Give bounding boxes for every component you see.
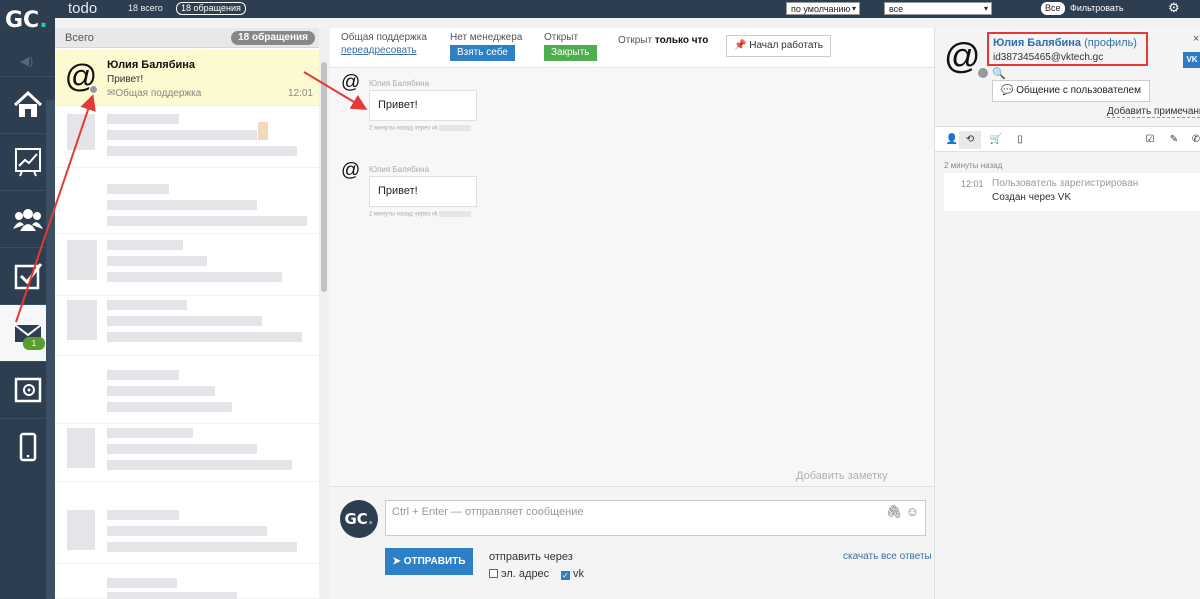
message-bubble: Привет! <box>369 176 477 207</box>
user-panel: @ 🔍 Юлия Балябина (профиль) id387345465@… <box>934 28 1200 599</box>
checkbox-icon <box>14 263 42 290</box>
list-item[interactable] <box>55 422 319 482</box>
chat-panel: Общая поддержка переадресовать Нет менед… <box>330 28 934 599</box>
message-bubble: Привет! <box>369 90 477 121</box>
event-detail: Создан через VK <box>992 192 1072 203</box>
chevron-down-icon: ▾ <box>983 4 988 13</box>
email-checkbox[interactable] <box>489 569 498 578</box>
paperclip-icon[interactable]: 🖇 <box>886 504 903 519</box>
user-name-highlight: Юлия Балябина (профиль) id387345465@vkte… <box>987 32 1148 66</box>
list-item[interactable] <box>55 236 319 296</box>
send-via-email-option[interactable]: эл. адрес <box>489 568 549 580</box>
sort-select[interactable]: по умолчанию ▾ <box>786 2 860 15</box>
close-icon[interactable]: × <box>1193 33 1199 45</box>
message-input[interactable]: Ctrl + Enter — отправляет сообщение 🖇 ☺ <box>385 500 926 536</box>
user-tabs: 👤 ⟲ 🛒 ▯ ☑ ✎ ✆ <box>935 126 1200 152</box>
phone-call-icon[interactable]: ✆ <box>1185 131 1200 149</box>
filter-link[interactable]: Фильтровать <box>1070 3 1124 13</box>
task-check-icon[interactable]: ☑ <box>1139 131 1161 149</box>
sidebar: GC. ◀) 1 <box>0 0 55 599</box>
status-dot <box>978 68 988 78</box>
show-all-replies-link[interactable]: скачать все ответы <box>843 551 932 562</box>
mobile-icon[interactable]: ▯ <box>1009 131 1031 149</box>
message-avatar: @ <box>341 160 361 181</box>
activity-time-ago: 2 минуты назад <box>944 161 1003 170</box>
opened-time: Открыт только что <box>618 35 709 46</box>
list-item[interactable] <box>55 504 319 564</box>
communication-button[interactable]: 💬 Общение с пользователем <box>992 80 1150 102</box>
list-item[interactable] <box>55 296 319 356</box>
user-email: id387345465@vktech.gc <box>993 52 1104 63</box>
top-bar: todo 18 всего 18 обращения по умолчанию ▾… <box>0 0 1200 18</box>
chat-bubbles-icon: 💬 <box>1001 85 1014 96</box>
start-work-button[interactable]: 📌 Начал работать <box>726 35 831 57</box>
chat-toolbar: Общая поддержка переадресовать Нет менед… <box>330 28 934 68</box>
list-count-badge: 18 обращения <box>231 31 315 45</box>
safe-icon <box>14 377 41 403</box>
pin-icon: 📌 <box>734 40 747 51</box>
message-meta: 2 минуты назад через vk <box>369 211 472 218</box>
list-item[interactable] <box>55 364 319 424</box>
list-item[interactable] <box>55 108 319 168</box>
chevron-down-icon: ▾ <box>851 4 856 13</box>
sidebar-scrollbar[interactable] <box>46 100 55 599</box>
paper-plane-icon: ➤ <box>392 556 401 567</box>
add-note-link[interactable]: Добавить заметку <box>796 470 888 482</box>
users-icon <box>12 209 43 231</box>
logo[interactable]: GC. <box>0 0 55 46</box>
vk-checkbox[interactable]: ✓ <box>561 571 570 580</box>
send-via-vk-option[interactable]: ✓ vk <box>561 568 584 580</box>
cart-icon[interactable]: 🛒 <box>985 131 1007 149</box>
vk-badge[interactable]: VK <box>1183 52 1200 68</box>
profile-link[interactable]: (профиль) <box>1084 37 1137 49</box>
status-dot <box>89 85 98 94</box>
requests-count-badge[interactable]: 18 обращения <box>176 2 246 15</box>
send-via-label: отправить через <box>489 551 573 563</box>
conversation-list: Всего 18 обращения @ Юлия Балябина Приве… <box>55 28 319 599</box>
user-name-link[interactable]: Юлия Балябина <box>993 37 1081 49</box>
add-remark-link[interactable]: Добавить примечание <box>1107 106 1200 118</box>
message-author: Юлия Балябина <box>369 165 430 174</box>
all-button[interactable]: Все <box>1041 2 1065 15</box>
conversation-time: 12:01 <box>287 88 313 99</box>
list-scrollbar[interactable] <box>319 28 329 599</box>
list-item[interactable] <box>55 174 319 234</box>
gear-icon[interactable]: ⚙ <box>1168 0 1180 16</box>
unread-badge: 1 <box>23 337 45 350</box>
status-label: Открыт <box>544 32 579 43</box>
event-title: Пользователь зарегистрирован <box>992 178 1139 189</box>
history-icon[interactable]: ⟲ <box>959 131 981 149</box>
conversation-channel: ✉Общая поддержка <box>107 88 202 99</box>
redirect-link[interactable]: переадресовать <box>341 45 417 56</box>
list-item[interactable] <box>55 568 319 599</box>
message-avatar: @ <box>341 72 361 93</box>
conversation-name: Юлия Балябина <box>107 59 196 71</box>
list-title: Всего <box>65 32 94 44</box>
take-button[interactable]: Взять себе <box>450 45 515 61</box>
send-button[interactable]: ➤ ОТПРАВИТЬ <box>385 548 473 575</box>
phone-icon <box>19 432 36 462</box>
manager-label: Нет менеджера <box>450 32 523 43</box>
pencil-icon[interactable]: ✎ <box>1163 131 1185 149</box>
compose-area: GC. Ctrl + Enter — отправляет сообщение … <box>330 486 934 599</box>
conversation-item-selected[interactable]: @ Юлия Балябина Привет! ✉Общая поддержка… <box>55 50 319 106</box>
activity-event: 12:01 Пользователь зарегистрирован Созда… <box>944 173 1200 211</box>
search-icon[interactable]: 🔍 <box>992 67 1006 80</box>
smiley-icon[interactable]: ☺ <box>906 504 919 519</box>
message-author: Юлия Балябина <box>369 79 430 88</box>
total-count: 18 всего <box>128 3 163 13</box>
conversation-preview: Привет! <box>107 74 144 85</box>
close-button[interactable]: Закрыть <box>544 45 597 61</box>
status-filter-select[interactable]: все ▾ <box>884 2 992 15</box>
group-label: Общая поддержка <box>341 32 427 43</box>
operator-avatar: GC. <box>340 500 378 538</box>
page-title: todo <box>68 0 98 17</box>
message-meta: 2 минуты назад через vk <box>369 125 472 132</box>
speaker-icon[interactable]: ◀) <box>20 54 33 68</box>
list-header: Всего 18 обращения <box>55 28 319 48</box>
chart-icon <box>14 148 41 177</box>
event-time: 12:01 <box>961 179 984 189</box>
home-icon <box>13 90 42 117</box>
